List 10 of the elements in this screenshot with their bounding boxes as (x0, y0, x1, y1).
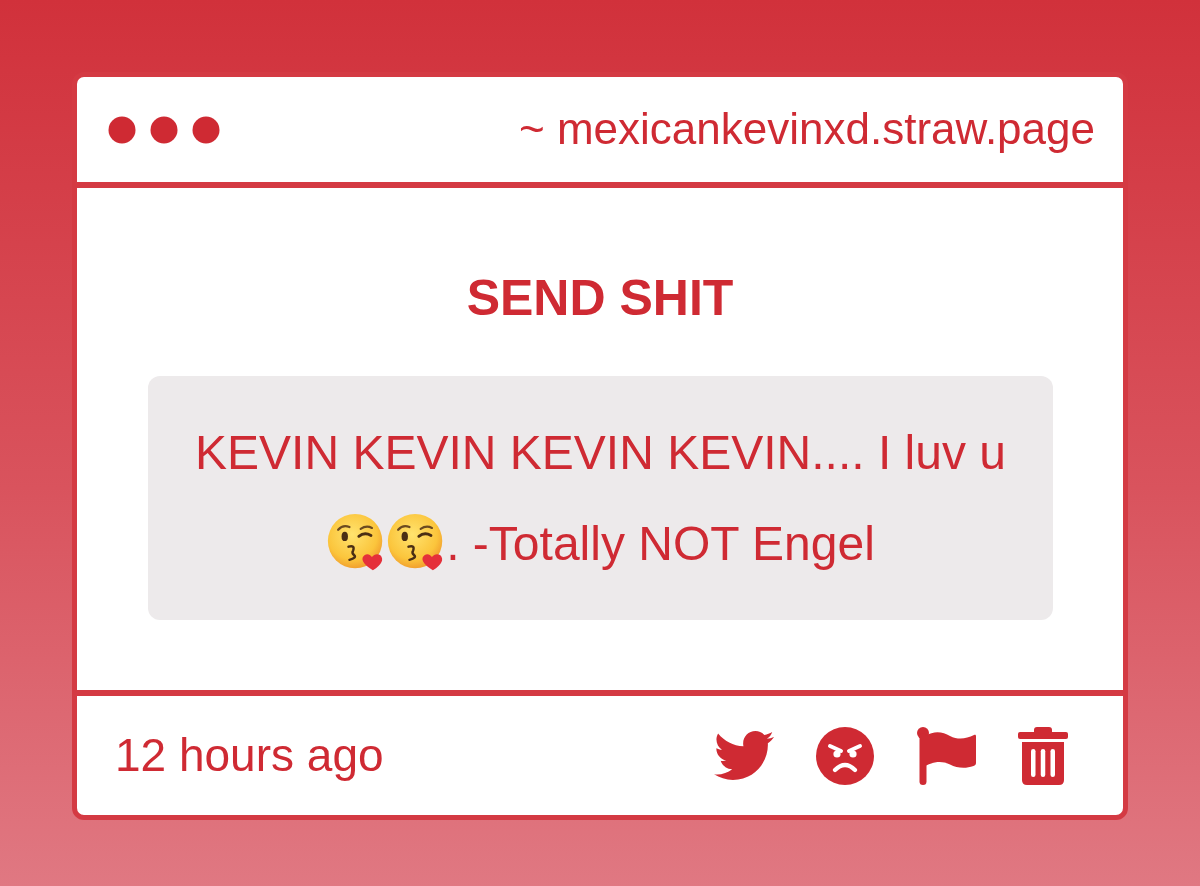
timestamp: 12 hours ago (115, 727, 384, 783)
angry-face-icon[interactable] (816, 726, 874, 785)
bird-icon[interactable] (714, 731, 774, 780)
page-address: ~ mexicankevinxd.straw.page (519, 103, 1095, 156)
flag-icon[interactable] (916, 726, 976, 785)
page-title: SEND SHIT (465, 269, 735, 328)
message-text: . -Totally NOT Engel (446, 517, 875, 570)
message-text: KEVIN KEVIN KEVIN KEVIN.... I luv u (195, 426, 1006, 479)
trash-icon[interactable] (1018, 726, 1068, 785)
window-dots-icon (108, 115, 220, 144)
